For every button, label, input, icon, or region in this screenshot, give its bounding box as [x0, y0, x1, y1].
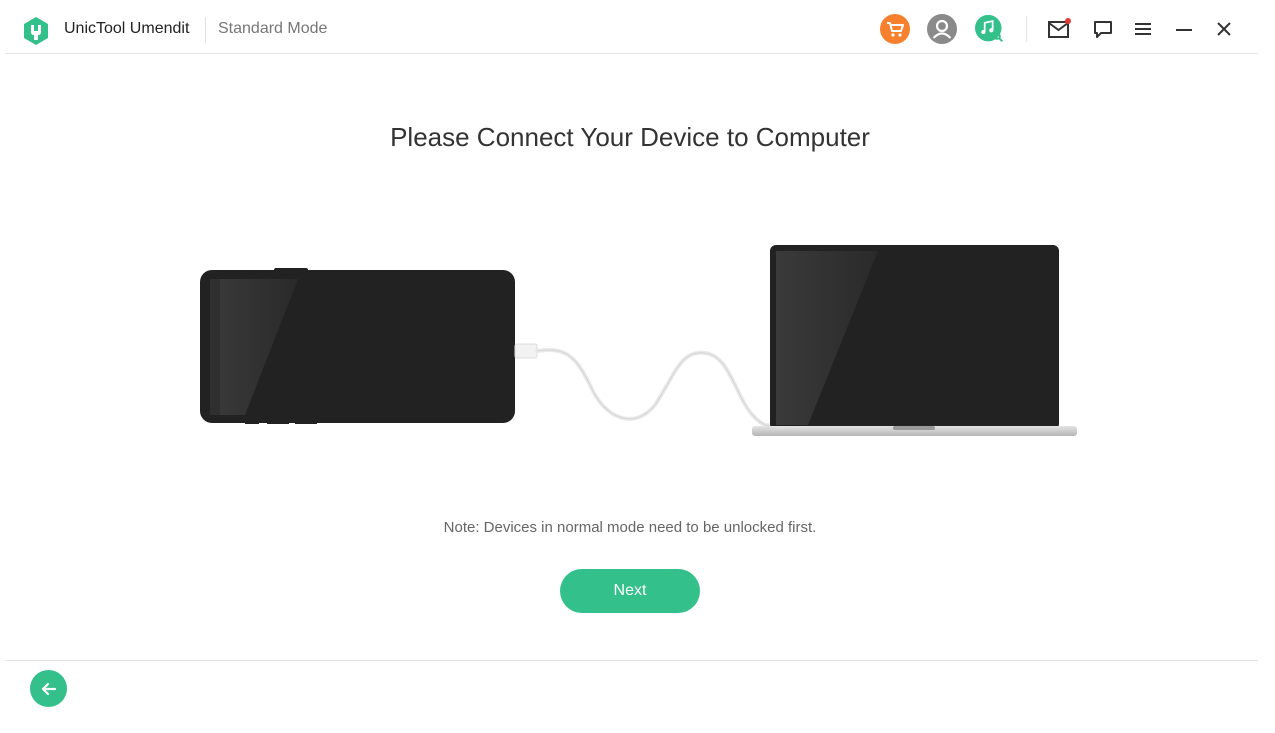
unlock-note: Note: Devices in normal mode need to be … — [443, 519, 817, 536]
connect-device-illustration — [190, 235, 1090, 450]
menu-button[interactable] — [1128, 14, 1158, 44]
music-search-icon — [975, 14, 1004, 43]
title-separator — [205, 17, 206, 43]
mode-label: Standard Mode — [218, 20, 328, 37]
next-button[interactable]: Next — [560, 569, 700, 613]
minimize-icon — [1176, 29, 1192, 31]
mail-button[interactable] — [1044, 14, 1074, 44]
chat-icon — [1094, 21, 1112, 38]
back-button[interactable] — [30, 670, 67, 707]
notification-dot — [1065, 18, 1071, 24]
usb-cable-illustration — [514, 343, 787, 430]
music-tool-button[interactable] — [975, 14, 1005, 44]
title-bar-divider — [5, 53, 1258, 54]
laptop-illustration — [752, 245, 1077, 436]
close-button[interactable] — [1209, 14, 1239, 44]
cart-icon — [880, 14, 910, 44]
feedback-button[interactable] — [1088, 14, 1118, 44]
cart-button[interactable] — [880, 14, 910, 44]
phone-illustration — [200, 268, 515, 424]
user-account-icon — [927, 14, 957, 44]
close-icon — [1217, 22, 1231, 36]
app-name: UnicTool Umendit — [64, 20, 190, 37]
menu-icon — [1135, 23, 1151, 35]
title-bar: UnicTool Umendit Standard Mode — [0, 0, 1275, 54]
footer-divider — [5, 660, 1258, 661]
minimize-button[interactable] — [1169, 14, 1199, 44]
app-logo-icon — [22, 16, 50, 46]
page-title: Please Connect Your Device to Computer — [390, 122, 870, 152]
mail-icon — [1048, 18, 1071, 38]
header-separator — [1026, 16, 1027, 42]
account-button[interactable] — [927, 14, 957, 44]
arrow-left-icon — [41, 682, 56, 695]
